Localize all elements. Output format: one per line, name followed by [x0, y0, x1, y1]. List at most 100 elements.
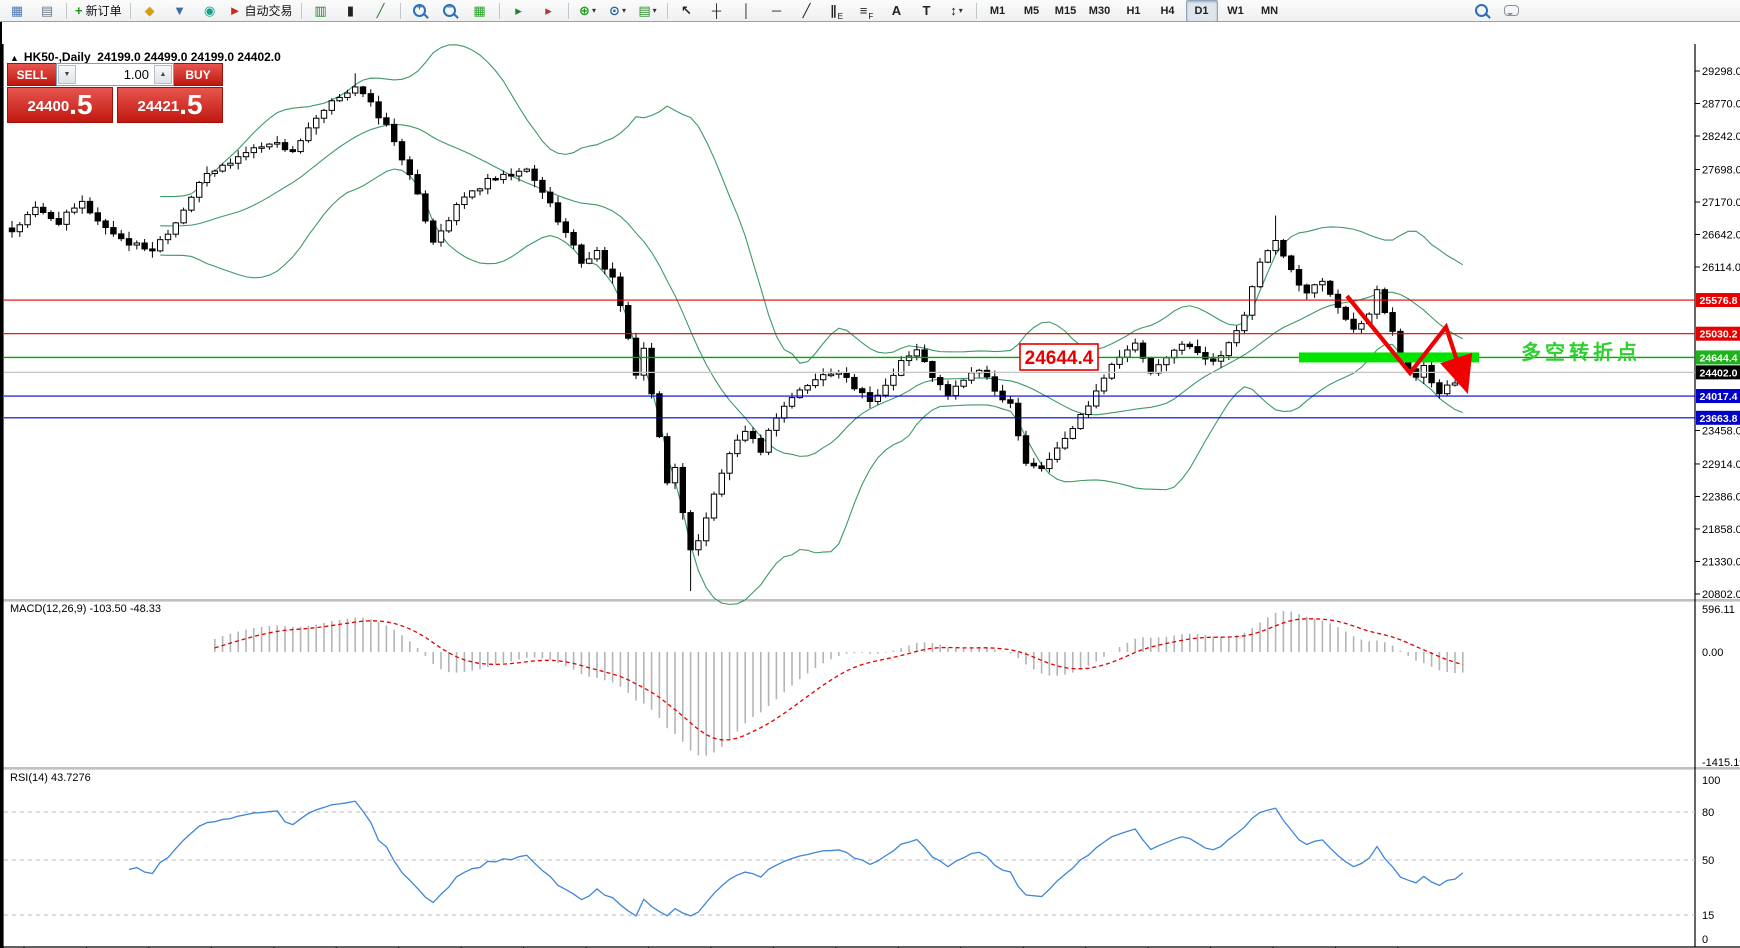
cursor-icon: ↖	[681, 3, 692, 19]
svg-text:26642.0: 26642.0	[1702, 229, 1740, 241]
svg-text:21858.0: 21858.0	[1702, 524, 1740, 536]
highlight-band[interactable]	[1299, 352, 1479, 362]
timeframe-m30-button[interactable]: M30	[1084, 0, 1116, 22]
timeframe-mn-button[interactable]: MN	[1254, 0, 1286, 22]
label-icon[interactable]: T	[913, 0, 941, 22]
svg-text:24402.0: 24402.0	[1700, 367, 1738, 379]
svg-text:28770.0: 28770.0	[1702, 99, 1740, 111]
chart-shift-icon[interactable]: ▸	[535, 0, 563, 22]
svg-text:15: 15	[1702, 910, 1714, 922]
chart-window: 29298.028770.028242.027698.027170.026642…	[0, 22, 1740, 948]
chat-icon[interactable]	[1498, 0, 1526, 22]
horizontal-line-icon[interactable]: ─	[763, 0, 791, 22]
svg-text:20802.0: 20802.0	[1702, 589, 1740, 601]
signals-icon: ◉	[204, 3, 215, 19]
arrows-icon[interactable]: ↕▾	[943, 0, 971, 22]
history-center-icon: ▼	[173, 3, 186, 18]
timeframe-h4-button[interactable]: H4	[1152, 0, 1184, 22]
tile-windows-icon[interactable]: ▦	[466, 0, 494, 22]
collapse-panel-icon[interactable]: ▲	[10, 53, 19, 63]
tile-windows-icon: ▦	[473, 3, 485, 19]
data-window-icon[interactable]: ▤	[33, 0, 61, 22]
rsi-indicator-label: RSI(14) 43.7276	[10, 772, 91, 784]
svg-text:22386.0: 22386.0	[1702, 491, 1740, 503]
new-order-button[interactable]: +新订单	[72, 0, 125, 22]
auto-scroll-icon: ▸	[515, 3, 522, 19]
label-icon: T	[923, 3, 931, 18]
templates-icon: ▤	[638, 3, 650, 19]
svg-text:25576.8: 25576.8	[1700, 295, 1738, 307]
cursor-icon[interactable]: ↖	[673, 0, 701, 22]
svg-text:80: 80	[1702, 807, 1714, 819]
fibonacci-icon: ≡	[860, 3, 868, 18]
volume-up-button[interactable]: ▲	[154, 65, 172, 84]
timeframe-h1-button[interactable]: H1	[1118, 0, 1150, 22]
zoom-out-icon[interactable]: −	[436, 0, 464, 22]
timeframe-w1-button[interactable]: W1	[1220, 0, 1252, 22]
auto-scroll-icon[interactable]: ▸	[505, 0, 533, 22]
channel-icon[interactable]: ∥E	[823, 0, 851, 22]
text-icon: A	[892, 3, 901, 18]
one-click-trading-panel: SELL ▼ 1.00 ▲ BUY 24400.5 24421.5	[7, 63, 223, 123]
horizontal-line-icon: ─	[772, 3, 781, 18]
vertical-line-icon[interactable]: │	[733, 0, 761, 22]
line-chart-icon[interactable]: ╱	[367, 0, 395, 22]
candle-chart-icon[interactable]: ▮	[337, 0, 365, 22]
svg-text:22914.0: 22914.0	[1702, 459, 1740, 471]
sell-button[interactable]: SELL	[7, 63, 56, 86]
svg-text:50: 50	[1702, 855, 1714, 867]
callout-text[interactable]: 多空转折点	[1521, 340, 1641, 364]
fibonacci-icon[interactable]: ≡F	[853, 0, 881, 22]
crosshair-icon: ┼	[712, 3, 721, 18]
history-center-icon[interactable]: ▼	[166, 0, 194, 22]
signals-icon[interactable]: ◉	[196, 0, 224, 22]
candle-chart-icon: ▮	[347, 3, 354, 19]
timeframe-m1-button[interactable]: M1	[982, 0, 1014, 22]
chart-shift-icon: ▸	[545, 3, 552, 19]
timeframe-d1-button[interactable]: D1	[1186, 0, 1218, 22]
svg-text:-1415.19: -1415.19	[1702, 757, 1740, 769]
chart-title: ▲HK50-,Daily 24199.0 24499.0 24199.0 244…	[10, 50, 281, 64]
price-annotation-text: 24644.4	[1025, 348, 1094, 369]
volume-down-button[interactable]: ▼	[58, 65, 76, 84]
text-icon[interactable]: A	[883, 0, 911, 22]
svg-text:27698.0: 27698.0	[1702, 164, 1740, 176]
svg-text:596.11: 596.11	[1702, 604, 1735, 616]
svg-text:0: 0	[1702, 934, 1708, 946]
indicators-icon[interactable]: ⊕▾	[574, 0, 602, 22]
search-icon[interactable]	[1468, 0, 1496, 22]
chart-canvas[interactable]: 29298.028770.028242.027698.027170.026642…	[2, 44, 1740, 948]
buy-price-main: 24421	[137, 94, 179, 120]
main-toolbar: ▦▤+新订单◆▼◉►自动交易▥▮╱+−▦▸▸⊕▾⊙▾▤▾↖┼│─╱∥E≡FAT↕…	[0, 0, 1740, 22]
styler-icon[interactable]: ◆	[136, 0, 164, 22]
buy-button[interactable]: BUY	[174, 63, 223, 86]
line-chart-icon: ╱	[377, 3, 385, 19]
data-window-icon: ▤	[41, 3, 53, 19]
periods-icon[interactable]: ⊙▾	[604, 0, 632, 22]
styler-icon: ◆	[145, 3, 155, 19]
svg-text:21330.0: 21330.0	[1702, 556, 1740, 568]
chart-window-icon: ▦	[11, 3, 23, 19]
svg-text:24017.4: 24017.4	[1700, 391, 1738, 403]
templates-icon[interactable]: ▤▾	[634, 0, 662, 22]
sell-price-button[interactable]: 24400.5	[7, 87, 113, 123]
trendline-icon[interactable]: ╱	[793, 0, 821, 22]
chart-window-icon[interactable]: ▦	[3, 0, 31, 22]
timeframe-m5-button[interactable]: M5	[1016, 0, 1048, 22]
zoom-in-icon[interactable]: +	[406, 0, 434, 22]
svg-text:26114.0: 26114.0	[1702, 262, 1740, 274]
svg-text:24644.4: 24644.4	[1700, 352, 1738, 364]
svg-text:27170.0: 27170.0	[1702, 197, 1740, 209]
svg-text:100: 100	[1702, 775, 1720, 787]
svg-text:29298.0: 29298.0	[1702, 66, 1740, 78]
crosshair-icon[interactable]: ┼	[703, 0, 731, 22]
autotrading-button[interactable]: ►自动交易	[226, 0, 296, 22]
sell-price-main: 24400	[27, 94, 69, 120]
bar-chart-icon[interactable]: ▥	[307, 0, 335, 22]
indicators-icon: ⊕	[579, 3, 590, 19]
bar-chart-icon: ▥	[314, 3, 326, 19]
svg-text:25030.2: 25030.2	[1700, 329, 1738, 341]
volume-input[interactable]: 1.00	[77, 64, 153, 85]
buy-price-button[interactable]: 24421.5	[117, 87, 223, 123]
timeframe-m15-button[interactable]: M15	[1050, 0, 1082, 22]
